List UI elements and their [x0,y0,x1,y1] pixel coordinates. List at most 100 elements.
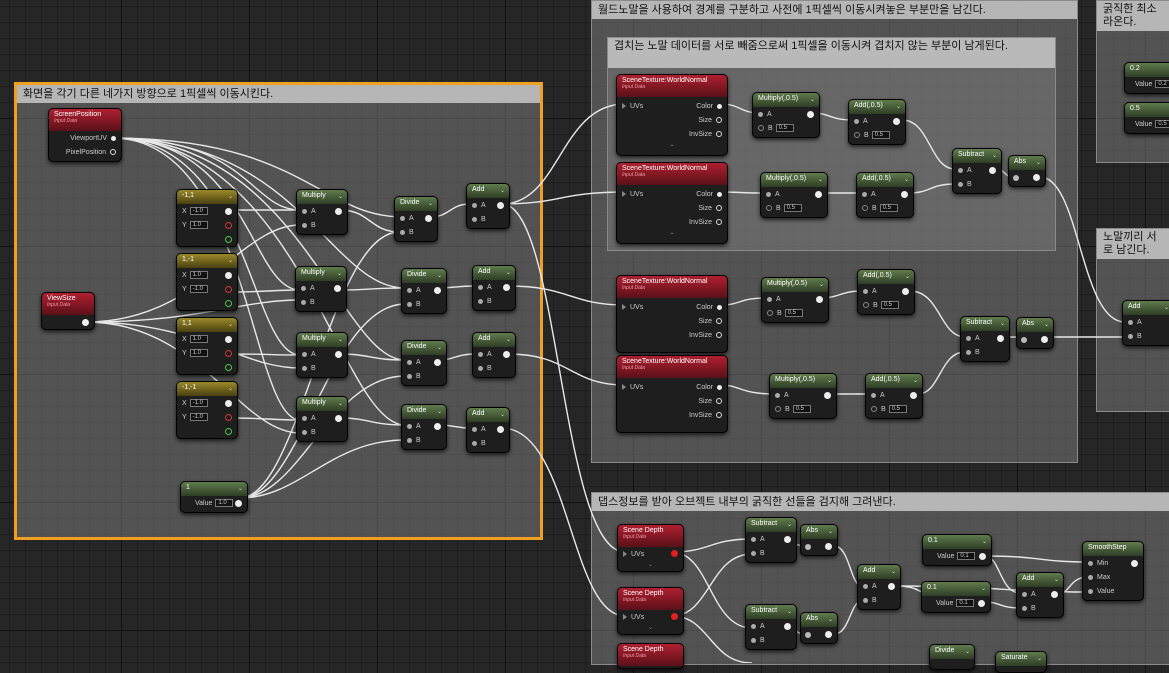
input-pin-b[interactable]: B 0.5 [866,402,922,416]
chevron-down-icon[interactable]: ⌄ [828,616,833,623]
output-pin[interactable] [434,423,441,430]
chevron-down-icon[interactable]: ⌄ [500,187,505,194]
chevron-down-icon[interactable]: ⌄ [891,568,896,575]
pin-dot[interactable] [751,637,756,643]
output-pin-invsize[interactable]: InvSize [617,328,727,342]
pin-dot[interactable] [302,222,307,228]
pin-dot[interactable] [717,103,722,109]
output-pin[interactable] [225,208,232,215]
node-header[interactable]: Abs ⌄ [801,525,837,539]
add-half-node[interactable]: Add(,0.5) ⌄ A B 0.5 [857,269,915,315]
input-pin-b[interactable]: B [402,297,446,311]
add-node[interactable]: Add ⌄ A B [466,183,510,229]
chevron-down-icon[interactable]: ⌄ [618,624,683,632]
output-pin[interactable] [425,215,432,222]
vector-node-neg1-neg1[interactable]: -1,-1 ⌄ X -1.0 Y -1.0 [176,381,238,439]
output-pin[interactable] [434,287,441,294]
input-pin-b[interactable]: B [467,436,509,450]
pin-dot[interactable] [966,335,971,341]
value-box[interactable]: 0.5 [880,301,899,309]
chevron-down-icon[interactable]: ⌄ [810,96,815,103]
chevron-down-icon[interactable]: ⌄ [428,200,433,207]
pin-dot[interactable] [716,318,722,324]
pin-dot[interactable] [110,149,116,155]
node-header[interactable]: Add(,0.5) ⌄ [849,100,905,114]
multiply-node[interactable]: Multiply ⌄ A B [296,189,348,235]
input-pin-b[interactable]: B [402,369,446,383]
divide-node[interactable]: Divide ⌄ [929,644,975,670]
node-header[interactable]: ScreenPosition Input Data [49,109,121,131]
divide-node[interactable]: Divide ⌄ A B [394,196,438,242]
value-box[interactable]: 0.5 [871,131,890,139]
pin-dot[interactable] [863,302,869,308]
value-field[interactable]: Value 0.2 [1125,77,1169,91]
pin-dot[interactable] [1088,588,1093,594]
chevron-down-icon[interactable]: ⌄ [787,608,792,615]
chevron-down-icon[interactable]: ⌄ [1036,159,1041,166]
output-pin[interactable] [888,583,895,590]
value-box[interactable]: 0.5 [784,309,803,317]
pin-dot[interactable] [478,298,483,304]
input-pin-b[interactable]: B [953,177,1001,191]
chevron-down-icon[interactable]: ⌄ [981,585,986,592]
chevron-down-icon[interactable]: ⌄ [982,538,987,545]
chevron-down-icon[interactable]: ⌄ [905,273,910,280]
output-pin-viewport-uv[interactable]: ViewportUV [49,131,121,145]
node-header[interactable]: Subtract ⌄ [746,605,796,619]
pin-dot[interactable] [472,440,477,446]
output-pin[interactable] [784,623,791,630]
output-pin[interactable] [497,202,504,209]
pin-dot[interactable] [302,415,307,421]
scene-texture-world-normal-node[interactable]: SceneTexture:WorldNormal Input Data UVs C… [616,162,728,244]
pin-dot[interactable] [478,365,483,371]
pin-dot[interactable] [301,285,306,291]
node-header[interactable]: Multiply(,0.5) ⌄ [761,173,827,187]
output-pin[interactable] [989,167,996,174]
input-pin-b[interactable]: B 0.5 [857,201,913,215]
node-header[interactable]: Abs ⌄ [801,613,837,627]
output-pin[interactable] [1041,336,1048,343]
divide-node[interactable]: Divide ⌄ A B [401,404,447,450]
chevron-down-icon[interactable]: ⌄ [618,561,683,569]
input-pin-b[interactable]: B [858,593,900,607]
output-pin[interactable] [235,500,242,507]
add-node[interactable]: Add ⌄ A B [472,265,516,311]
chevron-down-icon[interactable]: ⌄ [437,408,442,415]
output-pin[interactable] [1033,174,1040,181]
pin-arrow[interactable] [622,384,626,390]
chevron-down-icon[interactable]: ⌄ [1037,655,1042,662]
multiply-node[interactable]: Multiply ⌄ A B [295,266,347,312]
input-pin-b[interactable]: B [296,295,346,309]
input-pin-b[interactable]: B [297,425,347,439]
pin-dot[interactable] [302,429,307,435]
value-box[interactable]: -1.0 [189,207,208,215]
pin-dot[interactable] [400,215,405,221]
pin-dot[interactable] [1088,560,1093,566]
input-pin-b[interactable]: B [467,212,509,226]
pin-dot[interactable] [871,392,876,398]
multiply-node[interactable]: Multiply ⌄ A B [296,332,348,378]
node-header[interactable]: 1,1 ⌄ [177,318,237,332]
value-box[interactable]: 0.5 [792,405,811,413]
node-header[interactable]: Multiply(,0.5) ⌄ [762,278,828,292]
output-pin[interactable] [997,335,1004,342]
output-pin[interactable] [825,543,832,550]
subtract-node[interactable]: Subtract ⌄ A B [952,148,1002,194]
pin-dot[interactable] [1128,333,1133,339]
comment-title[interactable]: 월드노말을 사용하여 경계를 구분하고 사전에 1픽셀씩 이동시켜놓은 부분만을… [592,1,1077,19]
pin-dot[interactable] [1022,591,1027,597]
value-box[interactable]: 1.0 [189,349,208,357]
saturate-node[interactable]: Saturate ⌄ [995,651,1047,673]
node-header[interactable]: Multiply ⌄ [297,333,347,347]
input-pin-a[interactable]: A [1123,315,1169,329]
add-half-node[interactable]: Add(,0.5) ⌄ A B 0.5 [856,172,914,218]
multiply-half-node[interactable]: Multiply(,0.5) ⌄ A B 0.5 [769,373,837,419]
output-pin[interactable] [335,208,342,215]
pin-dot[interactable] [407,301,412,307]
value-box[interactable]: 0.5 [783,204,802,212]
chevron-down-icon[interactable]: ⌄ [819,281,824,288]
chevron-down-icon[interactable]: ⌄ [1000,320,1005,327]
node-header[interactable]: SmoothStep [1083,542,1143,556]
pin-dot[interactable] [958,181,963,187]
add-node[interactable]: Add ⌄ A B [466,407,510,453]
